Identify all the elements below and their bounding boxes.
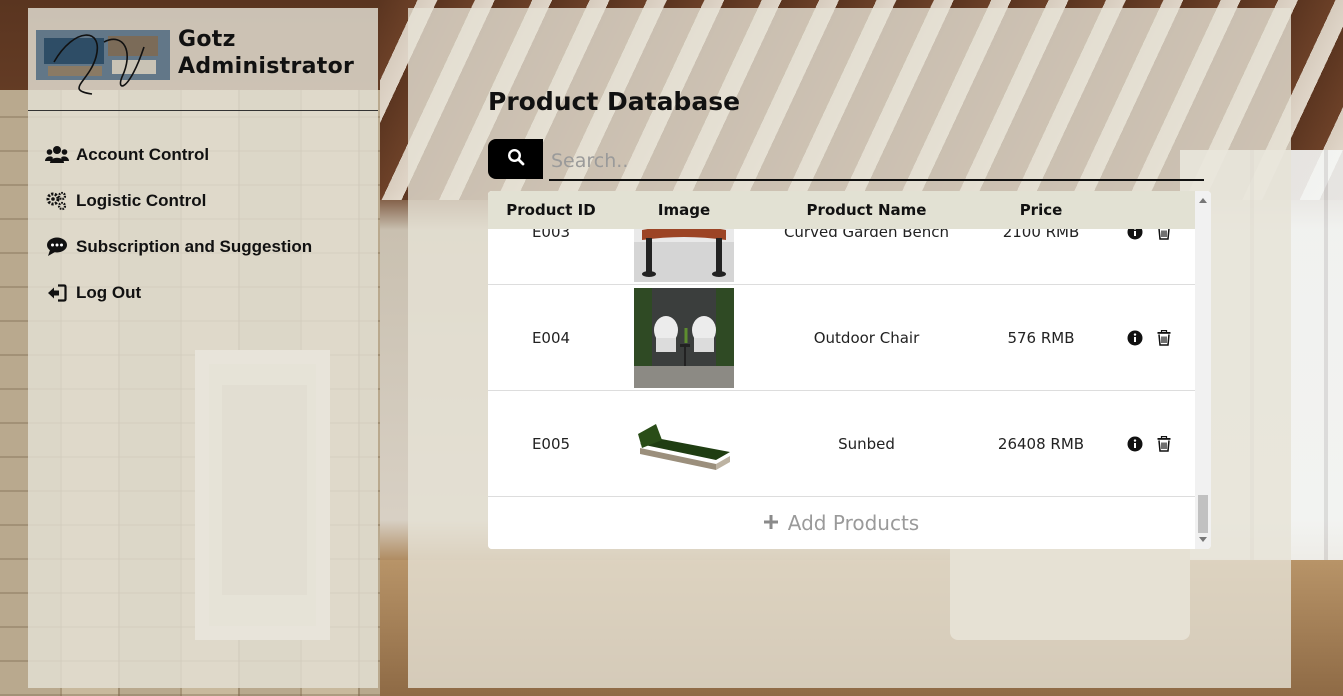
trash-icon[interactable] [1157, 435, 1171, 452]
brand-logo [34, 22, 172, 96]
info-icon[interactable] [1127, 330, 1143, 346]
scroll-up-arrow-icon[interactable] [1195, 193, 1211, 207]
brand-line-2: Administrator [178, 54, 355, 79]
table-row: E005 Sunbed 26408 RMB [488, 391, 1195, 497]
product-name: Outdoor Chair [813, 328, 920, 347]
row-actions [1103, 329, 1195, 346]
column-header-image: Image [657, 201, 711, 219]
info-icon[interactable] [1127, 436, 1143, 452]
comment-dots-icon [42, 237, 72, 257]
sidebar-item-subscription-and-suggestion[interactable]: Subscription and Suggestion [42, 224, 312, 270]
table-header: Product ID Image Product Name Price [488, 191, 1195, 229]
trash-icon[interactable] [1157, 329, 1171, 346]
sidebar-item-label: Logistic Control [76, 191, 207, 210]
product-image-cell [614, 287, 754, 388]
product-price: 576 RMB [1007, 328, 1075, 347]
users-icon [42, 145, 72, 165]
sidebar-item-label: Log Out [76, 283, 142, 302]
product-id: E005 [531, 434, 571, 453]
sign-out-icon [42, 284, 72, 302]
column-header-product-id: Product ID [506, 201, 596, 219]
sunbed-image [634, 393, 734, 494]
add-products-button[interactable]: Add Products [488, 497, 1195, 549]
product-id: E004 [531, 328, 571, 347]
scroll-down-arrow-icon[interactable] [1195, 533, 1211, 547]
column-header-price: Price [1019, 201, 1063, 219]
brand-header: Gotz Administrator [28, 8, 378, 111]
brand-name: Gotz Administrator [178, 26, 354, 80]
product-table: Product ID Image Product Name Price E003 [488, 191, 1211, 549]
sidebar-item-account-control[interactable]: Account Control [42, 132, 312, 178]
search-icon [507, 148, 525, 170]
table-row: E004 Outdoor Chair 576 RMB [488, 285, 1195, 391]
sidebar-item-logistic-control[interactable]: Logistic Control [42, 178, 312, 224]
sidebar-nav: Account Control Logistic Control Subscri… [42, 132, 312, 316]
search-input[interactable] [549, 143, 1204, 181]
product-image-cell [614, 393, 754, 494]
row-actions [1103, 435, 1195, 452]
sidebar-item-label: Account Control [76, 145, 210, 164]
gears-icon [42, 191, 72, 211]
main-panel: Product Database Product ID Image Produc… [408, 8, 1291, 688]
scrollbar-thumb[interactable] [1198, 495, 1208, 533]
sidebar-item-label: Subscription and Suggestion [76, 237, 313, 256]
brand-line-1: Gotz [178, 27, 236, 52]
table-body: E003 Curved Garden Bench 2100 RMB E004 O… [488, 191, 1195, 497]
column-header-product-name: Product Name [806, 201, 927, 219]
search-button[interactable] [488, 139, 543, 179]
sidebar: Gotz Administrator Account Control Logis… [28, 8, 378, 688]
plus-icon [763, 514, 778, 533]
sidebar-item-log-out[interactable]: Log Out [42, 270, 312, 316]
outdoor-chair-image [634, 287, 734, 388]
page-title: Product Database [488, 87, 741, 116]
table-scrollbar[interactable] [1195, 191, 1211, 549]
product-price: 26408 RMB [997, 434, 1085, 453]
product-name: Sunbed [838, 434, 895, 453]
add-products-label: Add Products [787, 511, 920, 535]
